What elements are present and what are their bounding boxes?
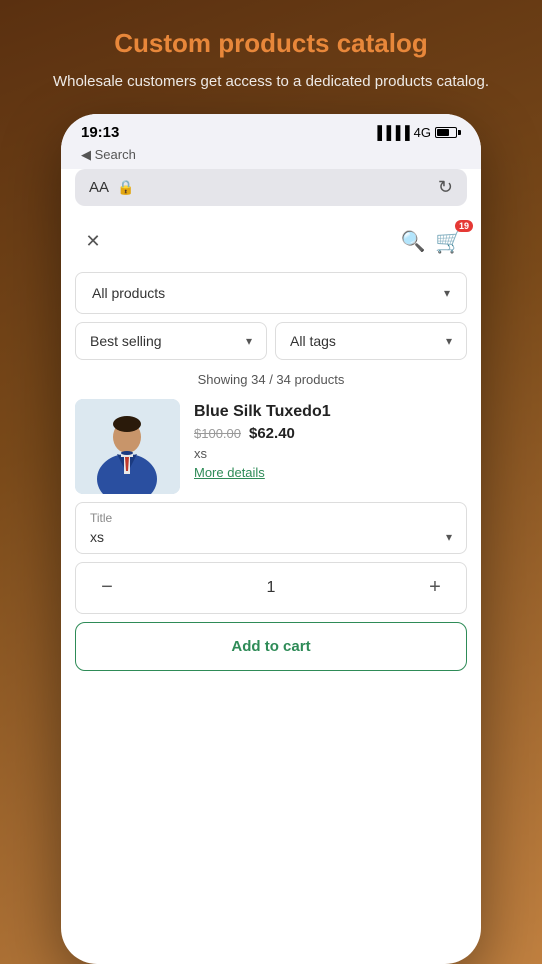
chevron-down-icon-2: ▾ [246,334,252,348]
search-icon: 🔍 [401,229,426,254]
header-title-plain: Custom products [114,28,336,58]
url-bar-left: AA 🔒 [89,179,134,196]
product-size: xs [194,446,467,461]
variant-title: Title [76,503,466,527]
header-title-accent: catalog [337,28,428,58]
product-card: Blue Silk Tuxedo1 $100.00 $62.40 xs More… [75,399,467,494]
app-content: ✕ 🔍 🛒 19 All products ▾ Best selling ▾ A… [61,214,481,964]
filter-row: Best selling ▾ All tags ▾ [75,322,467,360]
add-to-cart-button[interactable]: Add to cart [75,622,467,671]
price-sale: $62.40 [249,425,295,442]
phone-frame: 19:13 ▐▐▐▐ 4G Search AA 🔒 ↻ ✕ 🔍 [61,114,481,964]
search-button[interactable]: 🔍 [395,224,431,260]
best-selling-dropdown[interactable]: Best selling ▾ [75,322,267,360]
signal-bars-icon: ▐▐▐▐ [373,125,410,140]
top-bar: ✕ 🔍 🛒 19 [75,220,467,264]
product-name: Blue Silk Tuxedo1 [194,403,467,421]
chevron-down-icon: ▾ [444,286,450,300]
all-tags-dropdown[interactable]: All tags ▾ [275,322,467,360]
quantity-minus-button[interactable]: − [92,573,122,603]
battery-icon [435,127,461,138]
quantity-value: 1 [267,579,276,597]
variant-value: xs [90,529,104,545]
header-section: Custom products catalog Wholesale custom… [13,0,529,114]
cart-button[interactable]: 🛒 19 [431,224,467,260]
chevron-down-icon-4: ▾ [446,530,452,544]
url-bar: AA 🔒 ↻ [75,169,467,206]
variant-value-row[interactable]: xs ▾ [76,527,466,553]
product-row: Blue Silk Tuxedo1 $100.00 $62.40 xs More… [75,399,467,494]
all-products-label: All products [92,285,165,301]
status-time: 19:13 [81,124,119,141]
best-selling-label: Best selling [90,333,162,349]
product-prices: $100.00 $62.40 [194,425,467,442]
close-button[interactable]: ✕ [75,224,111,260]
cart-badge: 19 [455,220,473,232]
showing-count: Showing 34 / 34 products [75,368,467,391]
refresh-icon[interactable]: ↻ [438,177,453,198]
variant-selector[interactable]: Title xs ▾ [75,502,467,554]
lock-icon: 🔒 [117,179,134,196]
all-products-dropdown[interactable]: All products ▾ [75,272,467,314]
font-size-control[interactable]: AA [89,179,109,196]
all-tags-label: All tags [290,333,336,349]
back-search[interactable]: Search [61,147,481,169]
more-details-link[interactable]: More details [194,465,467,480]
header-title: Custom products catalog [53,28,489,59]
close-icon: ✕ [85,231,100,252]
status-icons: ▐▐▐▐ 4G [373,125,461,140]
status-bar: 19:13 ▐▐▐▐ 4G [61,114,481,147]
price-original: $100.00 [194,426,241,441]
quantity-plus-button[interactable]: + [420,573,450,603]
product-image [75,399,180,494]
quantity-row: − 1 + [75,562,467,614]
header-subtitle: Wholesale customers get access to a dedi… [53,71,489,94]
signal-type: 4G [414,125,431,140]
chevron-down-icon-3: ▾ [446,334,452,348]
product-info: Blue Silk Tuxedo1 $100.00 $62.40 xs More… [194,399,467,480]
cart-icon: 🛒 [435,229,462,255]
